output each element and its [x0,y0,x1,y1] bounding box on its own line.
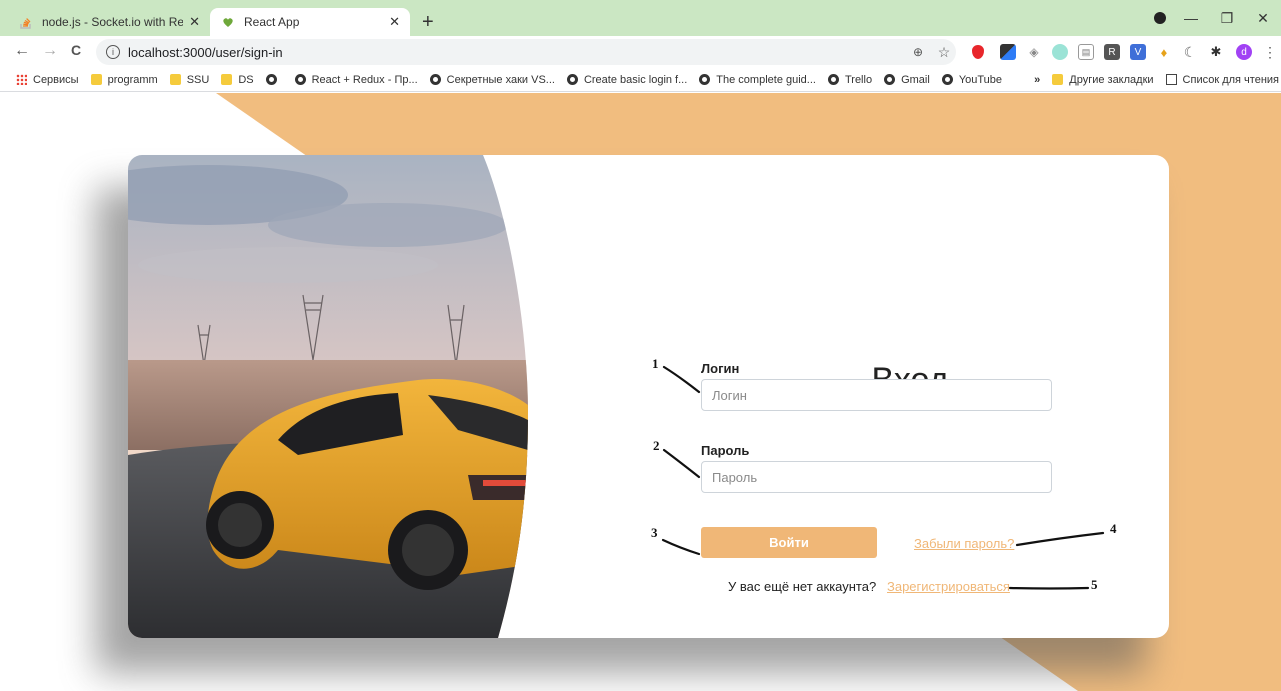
bookmark-label: programm [107,73,158,86]
browser-tab-bar: node.js - Socket.io with React be ✕ Reac… [0,0,1281,36]
annotation-number: 2 [653,438,660,453]
annotation-number: 5 [1091,577,1098,592]
bookmark-label: DS [238,73,254,86]
globe-icon [699,74,711,85]
extension-pen-icon[interactable] [1000,44,1016,60]
tab-stackoverflow[interactable]: node.js - Socket.io with React be ✕ [8,8,210,36]
bookmark-link[interactable]: Секретные хаки VS... [429,73,555,86]
bookmark-label: Сервисы [33,73,79,86]
extensions-puzzle-icon[interactable]: ✱ [1208,44,1224,60]
extension-v-icon[interactable]: V [1130,44,1146,60]
bookmark-star-icon[interactable]: ☆ [936,44,952,60]
globe-icon [429,74,441,85]
url-text: localhost:3000/user/sign-in [128,44,283,60]
bookmark-label: YouTube [958,73,1003,86]
reload-button[interactable]: C [66,42,86,58]
tab-title: React App [244,15,300,29]
bookmarks-bar: Сервисы programm SSU DS React + Redux - … [0,68,1281,92]
bookmark-label: Список для чтения [1182,73,1279,86]
stackoverflow-icon [18,14,34,30]
globe-icon [941,74,953,85]
globe-icon [884,74,896,85]
maximize-button[interactable]: ❐ [1209,10,1245,27]
bookmark-link[interactable]: Gmail [884,74,930,86]
back-button[interactable]: ← [12,42,32,60]
close-tab-icon[interactable]: ✕ [389,14,400,30]
tab-react-app[interactable]: React App ✕ [210,8,410,36]
tab-title: node.js - Socket.io with React be [42,15,184,29]
extension-ruler-icon[interactable]: ◈ [1026,44,1042,60]
reading-list-icon [1165,74,1177,85]
extension-drop-icon[interactable]: ♦ [1156,44,1172,60]
bookmarks-overflow-button[interactable]: » [1034,74,1040,86]
close-window-button[interactable]: ✕ [1245,10,1281,27]
globe-icon [294,74,306,85]
globe-icon [566,74,578,85]
bookmark-link[interactable]: Create basic login f... [566,73,688,86]
bookmark-label: React + Redux - Пр... [311,73,418,86]
other-bookmarks[interactable]: Другие закладки [1052,73,1154,86]
address-bar[interactable]: i localhost:3000/user/sign-in [96,39,956,65]
bookmark-folder[interactable]: SSU [169,73,210,86]
bookmark-link[interactable]: YouTube [941,73,1003,86]
folder-icon [90,74,102,85]
zoom-icon[interactable]: ⊕ [910,44,926,60]
window-controls: — ❐ ✕ [1173,0,1281,36]
extension-c-icon[interactable]: ☾ [1182,44,1198,60]
react-icon [220,14,236,30]
bookmark-label: The complete guid... [716,73,816,86]
apps-grid-icon [16,74,27,85]
annotation-arrows [661,365,1105,590]
reading-list[interactable]: Список для чтения [1165,73,1279,86]
minimize-button[interactable]: — [1173,10,1209,26]
profile-avatar[interactable]: d [1236,44,1252,60]
annotation-number: 4 [1110,521,1117,536]
bookmark-link[interactable] [265,74,283,85]
bookmark-label: Другие закладки [1069,73,1154,86]
folder-icon [1052,74,1064,85]
extension-timer-icon[interactable] [1052,44,1068,60]
bookmark-label: Trello [844,73,873,86]
bookmark-label: Gmail [901,73,930,86]
bookmark-folder[interactable]: programm [90,73,158,86]
bookmark-link[interactable]: React + Redux - Пр... [294,73,418,86]
bookmark-folder[interactable]: DS [221,73,254,86]
site-info-icon[interactable]: i [106,45,120,59]
bookmark-link[interactable]: The complete guid... [699,74,816,86]
browser-toolbar: ← → C i localhost:3000/user/sign-in ⊕ ☆ … [0,36,1281,68]
bookmark-label: SSU [186,73,210,86]
page-content: Вход Логин Пароль Войти Забыли пароль? У… [0,93,1281,691]
adblock-icon[interactable] [972,45,984,59]
close-tab-icon[interactable]: ✕ [189,14,200,30]
globe-icon [827,74,839,85]
bookmark-label: Секретные хаки VS... [446,73,555,86]
menu-kebab-icon[interactable]: ⋮ [1262,44,1278,60]
extension-record-icon[interactable] [1154,12,1166,24]
folder-icon [169,74,181,85]
extension-screen-icon[interactable]: ▤ [1078,44,1094,60]
globe-icon [265,74,277,85]
bookmark-label: Create basic login f... [583,73,688,86]
annotation-number: 1 [652,356,659,371]
bookmark-apps[interactable]: Сервисы [16,74,79,86]
new-tab-button[interactable]: + [422,12,434,32]
extension-r-icon[interactable]: R [1104,44,1120,60]
bookmark-link[interactable]: Trello [827,73,873,86]
forward-button[interactable]: → [40,42,60,60]
folder-icon [221,74,233,85]
annotation-number: 3 [651,525,658,540]
